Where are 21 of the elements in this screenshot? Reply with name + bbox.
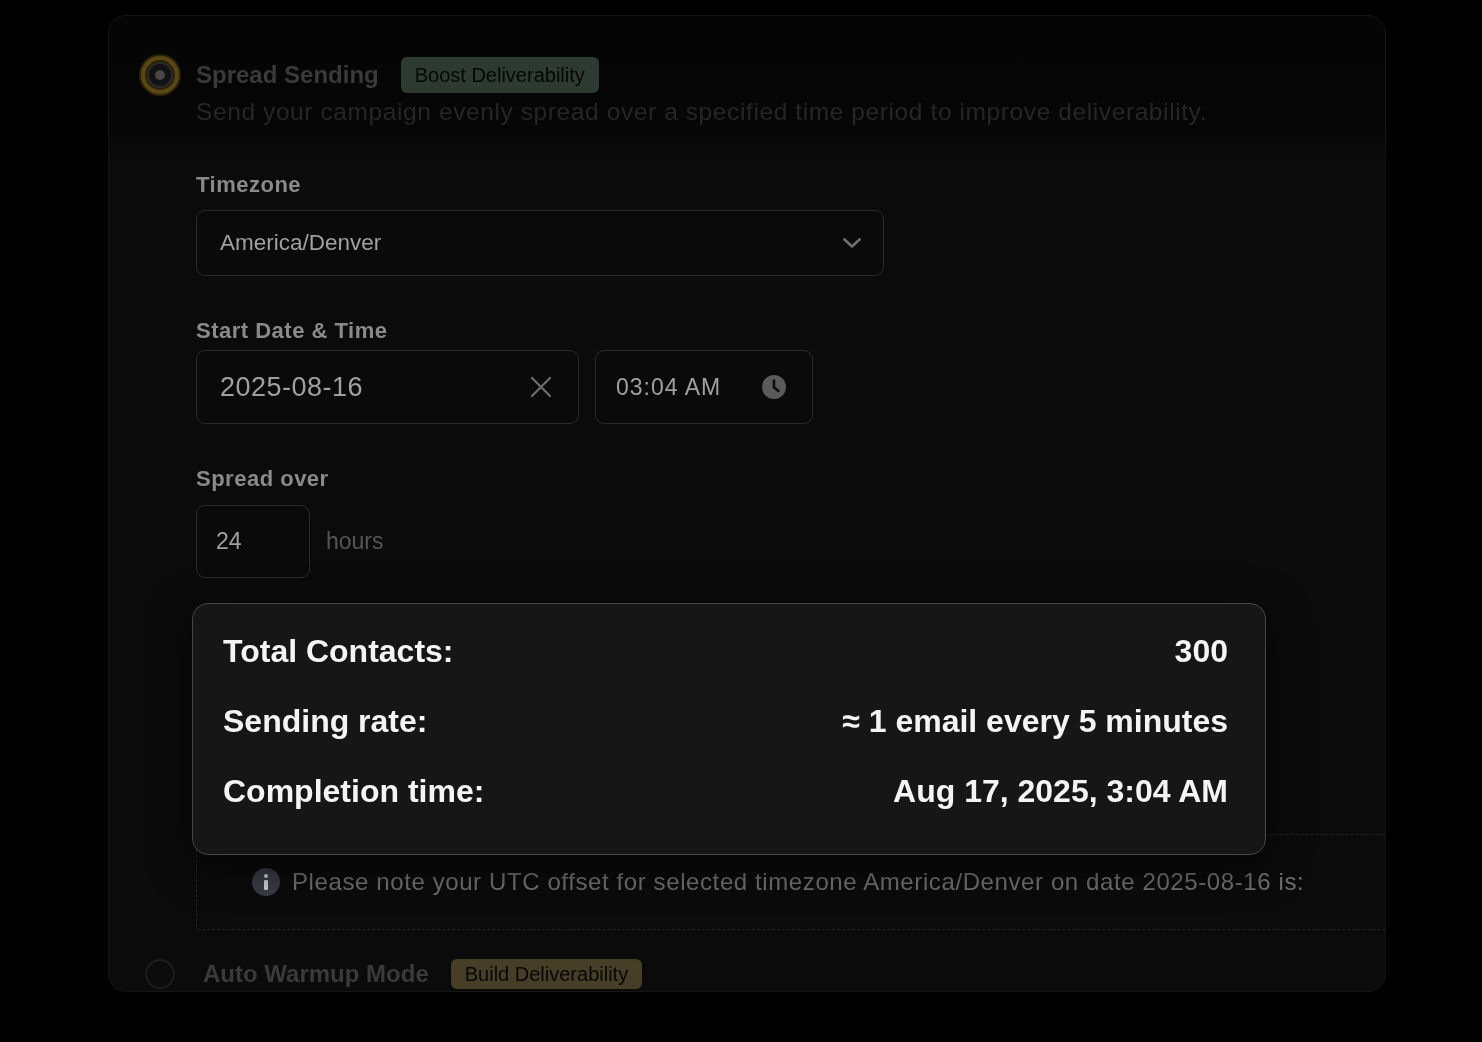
option-tag: Build Deliverability	[450, 959, 643, 989]
clock-icon	[762, 375, 786, 399]
clear-icon[interactable]	[530, 376, 552, 398]
note-text: Please note your UTC offset for selected timezone America/Denver on date 2025-08-16 is:	[292, 867, 1305, 897]
field-label: Start Date & Time	[196, 317, 388, 345]
summary-label: Completion time:	[223, 772, 485, 811]
summary-value: 300	[1174, 632, 1228, 671]
summary-label: Sending rate:	[223, 702, 428, 741]
summary-label: Total Contacts:	[223, 632, 454, 671]
summary-value: ≈ 1 email every 5 minutes	[842, 702, 1228, 741]
radio-button[interactable]	[138, 53, 182, 97]
field-label: Timezone	[196, 171, 302, 199]
info-icon	[252, 868, 280, 896]
chevron-down-icon	[843, 238, 861, 248]
time-field[interactable]: 03:04 AM	[595, 350, 813, 424]
summary-value: Aug 17, 2025, 3:04 AM	[893, 772, 1228, 811]
timezone-select[interactable]: America/Denver	[196, 210, 884, 276]
field-label: Spread over	[196, 465, 329, 493]
date-field[interactable]: 2025-08-16	[196, 350, 579, 424]
number-field[interactable]: 24	[196, 505, 310, 578]
unit-label: hours	[326, 527, 384, 557]
